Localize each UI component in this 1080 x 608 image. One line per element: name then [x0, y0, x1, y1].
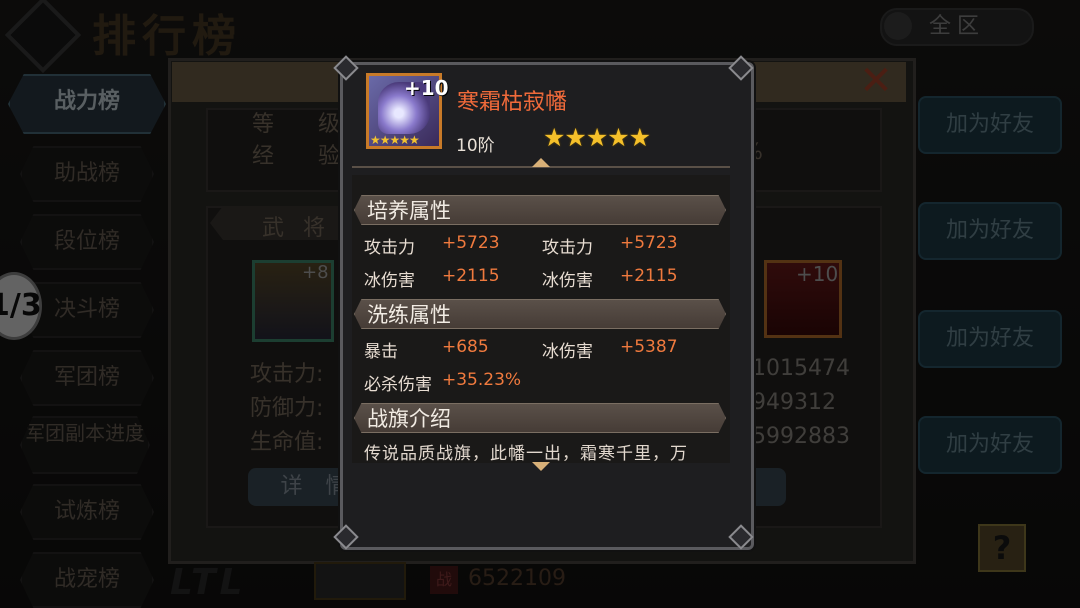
section-header-cultivate: 培养属性 [354, 195, 726, 225]
sidebar-item-label: 助战榜 [53, 161, 120, 186]
section-header-intro: 战旗介绍 [354, 403, 726, 433]
exp-label: 经 验 [252, 144, 341, 169]
attr-label: 冰伤害 [542, 342, 593, 362]
attr-label: 冰伤害 [364, 271, 415, 291]
attr-value: +685 [442, 337, 489, 357]
power-value: 6522109 [468, 566, 566, 591]
sidebar-item-assist[interactable]: 助战榜 [20, 146, 154, 202]
general-plus-right: +10 [796, 262, 839, 286]
item-enhance-level: +10 [404, 76, 449, 100]
hp-value: 5992883 [752, 424, 850, 449]
attr-value: +5387 [620, 337, 678, 357]
defense-value: 949312 [752, 390, 836, 415]
sidebar-item-label: 军团榜 [53, 365, 120, 390]
rank-image [314, 562, 406, 600]
attack-label: 攻击力: [250, 362, 324, 387]
add-friend-label: 加为好友 [945, 112, 1034, 137]
sidebar-item-label: 段位榜 [53, 229, 120, 254]
page-title: 排行榜 [92, 11, 242, 62]
sidebar-item-label: 军团副本进度 [25, 421, 145, 445]
item-mini-stars: ★★★★★ [370, 133, 420, 147]
general-plus: +8 [302, 262, 329, 283]
sidebar-item-legion-dungeon[interactable]: 军团副本进度 [20, 416, 150, 474]
help-icon[interactable]: ? [978, 524, 1026, 572]
attr-value: +2115 [620, 266, 678, 286]
sidebar-item-pet[interactable]: 战宠榜 [20, 552, 154, 608]
sidebar-item-label: 战力榜 [53, 89, 120, 114]
sidebar-item-trial[interactable]: 试炼榜 [20, 484, 154, 540]
scroll-up-arrow-icon [532, 158, 550, 167]
attr-label: 攻击力 [364, 238, 415, 258]
sidebar-item-label: 战宠榜 [53, 567, 120, 592]
add-friend-button[interactable]: 加为好友 [918, 416, 1062, 474]
attr-value: +2115 [442, 266, 500, 286]
sidebar-item-label: 决斗榜 [53, 297, 120, 322]
add-friend-label: 加为好友 [945, 432, 1034, 457]
attr-label: 冰伤害 [542, 271, 593, 291]
zone-label: 全区 [928, 14, 985, 39]
item-name: 寒霜枯寂幡 [457, 90, 568, 115]
defense-label: 防御力: [250, 396, 324, 421]
add-friend-label: 加为好友 [945, 326, 1034, 351]
attr-label: 必杀伤害 [364, 375, 432, 395]
sidebar-item-legion[interactable]: 军团榜 [20, 350, 154, 406]
generals-label: 武 将 [262, 216, 331, 241]
attr-label: 暴击 [364, 342, 398, 362]
item-tier: 10阶 [456, 136, 495, 156]
attr-value: +5723 [620, 233, 678, 253]
rank-badge-text: LTL [170, 562, 247, 603]
add-friend-button[interactable]: 加为好友 [918, 96, 1062, 154]
item-description: 传说品质战旗，此幡一出，霜寒千里，万 [364, 444, 688, 463]
star-rating: ★★★★★ [543, 123, 651, 152]
close-icon[interactable]: ✕ [856, 61, 896, 101]
attr-value: +5723 [442, 233, 500, 253]
zone-icon [884, 12, 912, 40]
attr-value: +35.23% [442, 370, 522, 390]
sidebar-item-power[interactable]: 战力榜 [8, 74, 166, 134]
add-friend-label: 加为好友 [945, 218, 1034, 243]
attr-label: 攻击力 [542, 238, 593, 258]
power-icon: 战 [430, 566, 458, 594]
attack-value: 1015474 [752, 356, 850, 381]
add-friend-button[interactable]: 加为好友 [918, 310, 1062, 368]
sidebar-item-label: 试炼榜 [53, 499, 120, 524]
scroll-down-arrow-icon [532, 462, 550, 471]
add-friend-button[interactable]: 加为好友 [918, 202, 1062, 260]
section-header-refine: 洗练属性 [354, 299, 726, 329]
sidebar-item-rank[interactable]: 段位榜 [20, 214, 154, 270]
attribute-scroll-area[interactable]: 培养属性 攻击力 +5723 攻击力 +5723 冰伤害 +2115 冰伤害 +… [352, 175, 730, 463]
hp-label: 生命值: [250, 430, 324, 455]
level-label: 等 级 [252, 112, 341, 137]
